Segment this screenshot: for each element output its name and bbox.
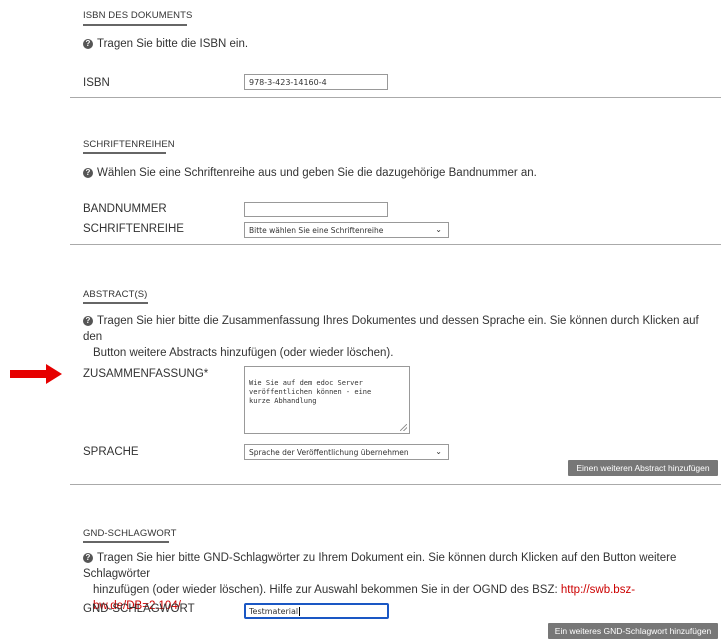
- section-divider: [70, 484, 721, 485]
- gnd-help-line2: hinzufügen (oder wieder löschen). Hilfe …: [93, 584, 561, 596]
- gnd-label: GND-SCHLAGWORT: [83, 603, 195, 615]
- isbn-heading-underline: [83, 24, 187, 26]
- red-arrow-icon: [10, 364, 62, 384]
- volume-number-label: BANDNUMMER: [83, 203, 167, 215]
- gnd-heading-underline: [83, 541, 169, 543]
- series-heading-underline: [83, 152, 166, 154]
- add-abstract-button[interactable]: Einen weiteren Abstract hinzufügen: [568, 460, 718, 476]
- gnd-heading: GND-SCHLAGWORT: [83, 528, 177, 539]
- series-help-text: Wählen Sie eine Schriftenreihe aus und g…: [97, 167, 537, 179]
- help-icon: ?: [83, 316, 93, 326]
- text-cursor: [299, 607, 301, 616]
- isbn-help-text: Tragen Sie bitte die ISBN ein.: [97, 38, 249, 50]
- summary-text: Wie Sie auf dem edoc Server veröffentlic…: [249, 379, 372, 405]
- volume-number-input[interactable]: [244, 202, 388, 217]
- section-divider: [70, 97, 721, 98]
- series-select-value: Bitte wählen Sie eine Schriftenreihe: [249, 226, 384, 235]
- abstract-help-line1: Tragen Sie hier bitte die Zusammenfassun…: [83, 315, 699, 343]
- help-icon: ?: [83, 39, 93, 49]
- gnd-help-line1: Tragen Sie hier bitte GND-Schlagwörter z…: [83, 552, 677, 580]
- abstract-help: ? Tragen Sie hier bitte die Zusammenfassu…: [83, 313, 713, 361]
- abstract-heading: ABSTRACT(S): [83, 289, 148, 300]
- help-icon: ?: [83, 553, 93, 563]
- abstract-help-line2: Button weitere Abstracts hinzufügen (ode…: [93, 347, 394, 359]
- help-icon: ?: [83, 168, 93, 178]
- add-gnd-keyword-button[interactable]: Ein weiteres GND-Schlagwort hinzufügen: [548, 623, 718, 639]
- language-select-value: Sprache der Veröffentlichung übernehmen: [249, 448, 409, 457]
- isbn-input[interactable]: 978-3-423-14160-4: [244, 74, 388, 90]
- summary-textarea[interactable]: Wie Sie auf dem edoc Server veröffentlic…: [244, 366, 410, 434]
- resize-handle-icon[interactable]: [400, 424, 407, 431]
- gnd-keyword-input[interactable]: Testmaterial: [244, 603, 389, 619]
- series-select[interactable]: Bitte wählen Sie eine Schriftenreihe ⌄: [244, 222, 449, 238]
- chevron-down-icon: ⌄: [435, 225, 442, 234]
- chevron-down-icon: ⌄: [435, 447, 442, 456]
- isbn-heading: ISBN DES DOKUMENTS: [83, 10, 193, 21]
- gnd-keyword-value: Testmaterial: [249, 607, 299, 616]
- isbn-help: ? Tragen Sie bitte die ISBN ein.: [83, 36, 248, 52]
- summary-label: ZUSAMMENFASSUNG*: [83, 368, 209, 380]
- language-select[interactable]: Sprache der Veröffentlichung übernehmen …: [244, 444, 449, 460]
- series-label: SCHRIFTENREIHE: [83, 223, 184, 235]
- isbn-label: ISBN: [83, 77, 110, 89]
- abstract-heading-underline: [83, 302, 148, 304]
- series-heading: SCHRIFTENREIHEN: [83, 139, 175, 150]
- section-divider: [70, 244, 721, 245]
- series-help: ? Wählen Sie eine Schriftenreihe aus und …: [83, 165, 537, 181]
- language-label: SPRACHE: [83, 446, 139, 458]
